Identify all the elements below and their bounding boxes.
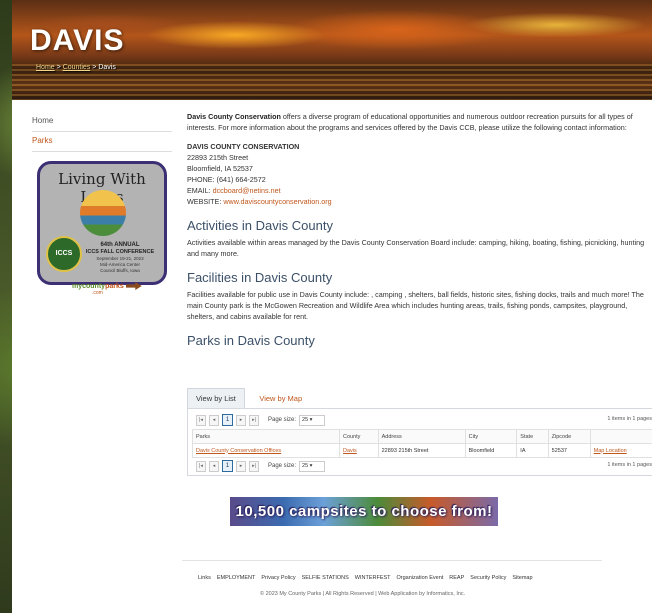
current-page-button[interactable]: 1 [222, 460, 233, 472]
page-size-value: 25 [302, 416, 309, 423]
column-header [589, 429, 652, 444]
last-page-button[interactable]: ▸| [249, 414, 259, 426]
sidebar-item-home[interactable]: Home [32, 112, 172, 132]
column-header[interactable]: City [464, 429, 518, 444]
footer-link-reap[interactable]: REAP [449, 575, 464, 581]
promo-city: Council Bluffs, Iowa [100, 268, 140, 273]
column-header[interactable]: State [516, 429, 549, 444]
logo-text-parks: parks [105, 282, 124, 290]
first-page-button[interactable]: |◂ [196, 460, 206, 472]
tab-view-by-map[interactable]: View by Map [251, 389, 310, 408]
parks-heading: Parks in Davis County [187, 333, 315, 348]
last-page-button[interactable]: ▸| [249, 460, 259, 472]
breadcrumb-separator: > [56, 64, 61, 71]
prev-page-button[interactable]: ◂ [209, 414, 219, 426]
intro-org-name: Davis County Conservation [187, 112, 281, 121]
page-container: DAVIS Home > Counties > Davis Home Parks… [12, 0, 652, 613]
address-cell: 22893 215th Street [377, 443, 466, 458]
city-cell: Bloomfield [464, 443, 518, 458]
contact-email-label: EMAIL: [187, 186, 213, 195]
footer-link-sitemap[interactable]: Sitemap [512, 575, 532, 581]
parks-grid: |◂ ◂ 1 ▸ ▸| Page size: 25 ▾ 1 items in 1… [187, 408, 652, 476]
copyright: © 2023 My County Parks | All Rights Rese… [260, 591, 466, 597]
promo-dates: September 19-21, 2023 [96, 256, 144, 261]
activities-heading: Activities in Davis County [187, 218, 333, 233]
page-size-select[interactable]: 25 ▾ [299, 414, 326, 426]
breadcrumb-counties[interactable]: Counties [63, 64, 91, 71]
header-banner: DAVIS Home > Counties > Davis [12, 0, 652, 100]
footer-link-employment[interactable]: EMPLOYMENT [217, 575, 256, 581]
sidebar-item-parks[interactable]: Parks [32, 132, 172, 152]
contact-city: Bloomfield, IA 52537 [187, 164, 253, 173]
footer-link-winterfest[interactable]: WINTERFEST [355, 575, 391, 581]
facilities-heading: Facilities in Davis County [187, 270, 333, 285]
facilities-text: Facilities available for public use in D… [187, 290, 644, 321]
logo-text-dotcom: .com [92, 290, 103, 296]
contact-phone: PHONE: (641) 664-2572 [187, 175, 266, 184]
footer-link-privacy[interactable]: Privacy Policy [261, 575, 295, 581]
promo-venue: Mid-America Center [99, 262, 140, 267]
ad-text: 10,500 campsites to choose from! [235, 503, 493, 520]
page-size-value: 25 [302, 462, 309, 469]
breadcrumb-current: Davis [98, 64, 116, 71]
logo-text-mycounty: mycounty [72, 282, 106, 290]
park-name-link[interactable]: Davis County Conservation Offices [192, 443, 340, 458]
campsites-ad-banner[interactable]: 10,500 campsites to choose from! [230, 497, 498, 526]
activities-text: Activities available within areas manage… [187, 238, 645, 258]
column-header[interactable]: Address [377, 429, 466, 444]
zipcode-cell: 52537 [547, 443, 591, 458]
sunset-landscape-icon [80, 190, 126, 236]
table-header-row: Parks County Address City State Zipcode [192, 429, 652, 444]
tab-view-by-list[interactable]: View by List [187, 388, 245, 408]
arrow-icon [125, 282, 142, 290]
next-page-button[interactable]: ▸ [236, 460, 246, 472]
footer-links: Links EMPLOYMENT Privacy Policy SELFIE S… [198, 575, 533, 581]
mycountyparks-logo[interactable]: mycountyparks .com [72, 282, 142, 296]
page-size-label: Page size: [268, 417, 297, 423]
breadcrumb: Home > Counties > Davis [36, 64, 116, 71]
county-title: DAVIS [30, 24, 125, 57]
contact-website-link[interactable]: www.daviscountyconservation.org [223, 197, 331, 206]
current-page-button[interactable]: 1 [222, 414, 233, 426]
table-row: Davis County Conservation Offices Davis … [192, 443, 652, 458]
next-page-button[interactable]: ▸ [236, 414, 246, 426]
contact-block: DAVIS COUNTY CONSERVATION 22893 215th St… [187, 141, 647, 207]
view-tabs: View by List View by Map [187, 388, 312, 408]
county-link[interactable]: Davis [339, 443, 379, 458]
column-header[interactable]: County [339, 429, 379, 444]
pager-info-top: 1 items in 1 pages [607, 416, 652, 422]
prev-page-button[interactable]: ◂ [209, 460, 219, 472]
conference-promo-badge[interactable]: Living With Loess ICCS 64th ANNUAL ICCS … [37, 161, 167, 285]
intro-paragraph: Davis County Conservation offers a diver… [187, 111, 647, 133]
contact-street: 22893 215th Street [187, 153, 249, 162]
main-content: Davis County Conservation offers a diver… [187, 111, 647, 352]
map-location-link[interactable]: Map Location [589, 443, 652, 458]
contact-heading: DAVIS COUNTY CONSERVATION [187, 142, 300, 151]
iccs-seal-icon: ICCS [46, 236, 82, 272]
parks-table: Parks County Address City State Zipcode … [192, 429, 652, 458]
sidebar: Home Parks [32, 112, 172, 152]
column-header[interactable]: Zipcode [547, 429, 591, 444]
footer-link-org-event[interactable]: Organization Event [397, 575, 444, 581]
page-size-select[interactable]: 25 ▾ [299, 460, 326, 472]
promo-conference: ICCS FALL CONFERENCE [85, 249, 155, 255]
breadcrumb-separator: > [92, 64, 97, 71]
breadcrumb-home[interactable]: Home [36, 64, 55, 71]
pager-bottom: |◂ ◂ 1 ▸ ▸| Page size: 25 ▾ [196, 460, 326, 472]
promo-annual: 64th ANNUAL [100, 242, 140, 248]
footer-link-links[interactable]: Links [198, 575, 211, 581]
column-header[interactable]: Parks [192, 429, 340, 444]
pager-info-bottom: 1 items in 1 pages [607, 462, 652, 468]
footer-link-security[interactable]: Security Policy [470, 575, 506, 581]
first-page-button[interactable]: |◂ [196, 414, 206, 426]
state-cell: IA [516, 443, 549, 458]
contact-email-link[interactable]: dccboard@netins.net [213, 186, 281, 195]
page-size-label: Page size: [268, 463, 297, 469]
footer-divider [182, 560, 602, 561]
pager-top: |◂ ◂ 1 ▸ ▸| Page size: 25 ▾ [196, 414, 326, 426]
footer-link-selfie[interactable]: SELFIE STATIONS [302, 575, 349, 581]
contact-website-label: WEBSITE: [187, 197, 224, 206]
